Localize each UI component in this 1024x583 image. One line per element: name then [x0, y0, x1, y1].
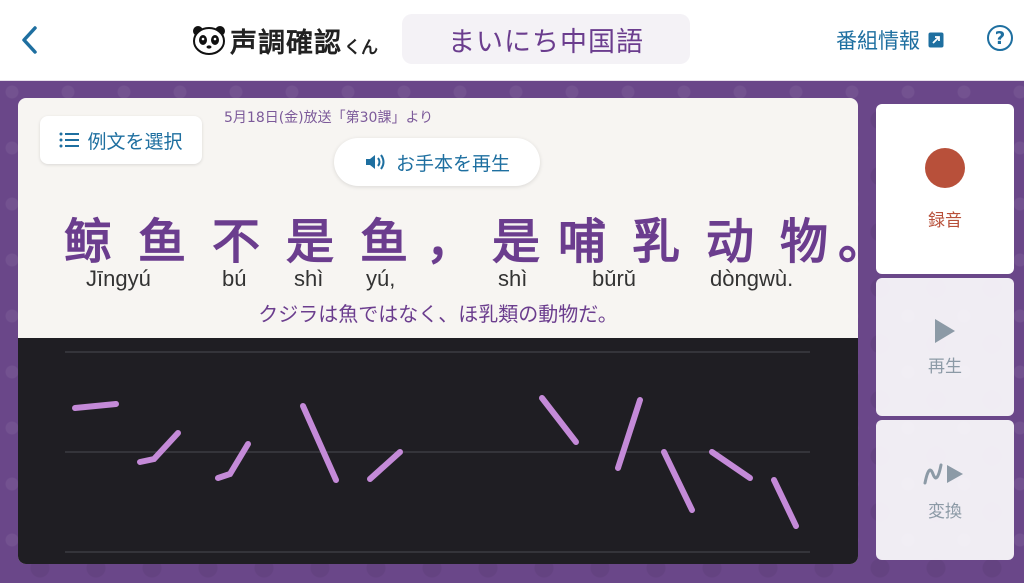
select-sentence-button[interactable]: 例文を選択 [40, 116, 202, 164]
help-button[interactable]: ? [987, 25, 1013, 51]
tone-contour [615, 397, 643, 471]
pinyin-line: Jīngyú bú shì yú, shì bǔrǔ dòngwù. [18, 266, 858, 296]
select-sentence-label: 例文を選択 [87, 130, 183, 153]
sentence-card: 例文を選択 5月18日(金)放送「第30課」より お手本を再生 鲸 鱼 不 是 … [18, 98, 858, 564]
help-icon: ? [994, 27, 1006, 49]
external-link-icon [928, 32, 944, 48]
chevron-left-icon [22, 26, 37, 54]
pinyin-word: bú [222, 266, 247, 291]
app-logo: 声調確認 くん [192, 20, 378, 60]
play-sample-label: お手本を再生 [395, 152, 510, 175]
speaker-icon [365, 154, 385, 170]
pinyin-word: bǔrǔ [592, 266, 637, 291]
tone-contour [215, 441, 251, 481]
tone-contour [367, 449, 403, 482]
record-icon [925, 147, 965, 188]
tone-contour [72, 401, 119, 411]
pinyin-word: shì [294, 266, 324, 291]
play-recording-button[interactable]: 再生 [876, 278, 1014, 416]
hanzi-char: 鱼 [360, 214, 409, 270]
hanzi-char: 鱼 [138, 214, 187, 270]
convert-button[interactable]: 変換 [876, 420, 1014, 560]
hanzi-char: 乳 [632, 214, 681, 270]
pitch-contour-graph [65, 351, 810, 553]
list-icon [59, 132, 80, 148]
program-info-link[interactable]: 番組情報 [836, 22, 944, 58]
hanzi-char: 是 [492, 214, 541, 270]
translation-text: クジラは魚ではなく、ほ乳類の動物だ。 [258, 302, 618, 326]
tone-contour [137, 430, 181, 465]
program-name: まいにち中国語 [402, 14, 690, 64]
play-sample-button[interactable]: お手本を再生 [334, 138, 540, 186]
pinyin-word: yú, [366, 266, 396, 291]
hanzi-char: 物 [780, 214, 829, 270]
broadcast-info: 5月18日(金)放送「第30課」より [224, 110, 434, 126]
pitch-display [18, 338, 858, 564]
tone-contour [709, 449, 753, 481]
app-title: 声調確認 [230, 27, 342, 59]
record-button[interactable]: 録音 [876, 104, 1014, 274]
program-info-label: 番組情報 [836, 29, 920, 53]
app-header: 声調確認 くん まいにち中国語 番組情報 ? [0, 0, 1024, 81]
hanzi-char: ， [426, 214, 475, 270]
tone-contour [771, 477, 799, 529]
play-icon [935, 318, 955, 343]
tone-contour [661, 449, 695, 513]
tone-contour [300, 403, 339, 483]
record-label: 録音 [928, 210, 962, 231]
app-title-suffix: くん [344, 37, 378, 58]
pinyin-word: dòngwù. [710, 266, 794, 291]
hanzi-char: 。 [838, 202, 858, 272]
hanzi-char: 哺 [558, 214, 607, 270]
back-button[interactable] [12, 20, 48, 60]
hanzi-char: 不 [212, 214, 261, 270]
hanzi-char: 是 [286, 214, 335, 270]
convert-label: 変換 [928, 501, 962, 522]
hanzi-char: 动 [706, 214, 755, 270]
pinyin-word: shì [498, 266, 528, 291]
hanzi-sentence: 鲸 鱼 不 是 鱼 ， 是 哺 乳 动 物 。 [64, 202, 858, 270]
waveform-play-icon [923, 463, 963, 484]
hanzi-char: 鲸 [64, 214, 113, 270]
pinyin-word: Jīngyú [86, 266, 151, 291]
play-label: 再生 [928, 356, 962, 377]
tone-contour [539, 395, 579, 445]
panda-icon [193, 26, 225, 55]
